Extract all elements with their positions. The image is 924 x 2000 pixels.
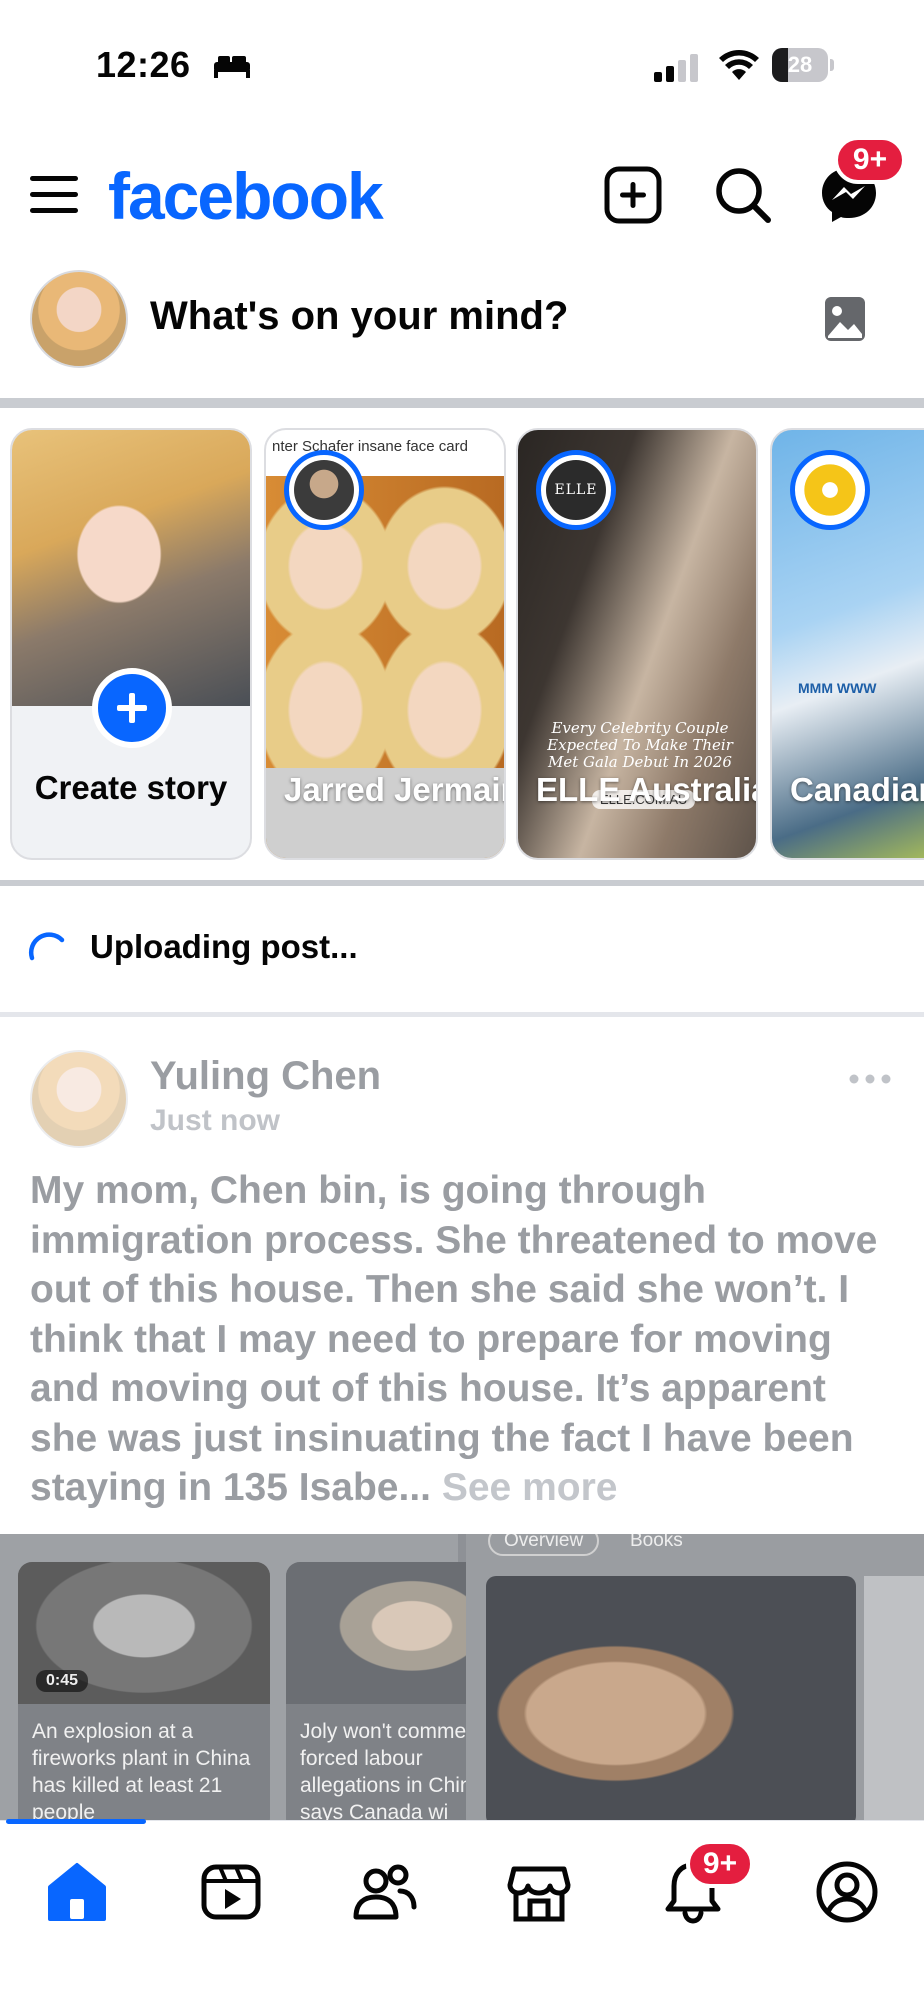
story-card-canadian-arts[interactable]: MMM WWW Canadian Arts Co bbox=[770, 428, 924, 860]
facebook-logo[interactable]: facebook bbox=[108, 158, 384, 234]
tab-books[interactable]: Books bbox=[614, 1534, 699, 1556]
divider bbox=[0, 1012, 924, 1017]
upload-status-text: Uploading post... bbox=[90, 928, 358, 965]
preview-photo bbox=[864, 1576, 924, 1820]
bottom-nav bbox=[0, 1819, 924, 2000]
elle-ring-text: ELLE bbox=[546, 460, 606, 520]
story-avatar-ring bbox=[284, 450, 364, 530]
signal-icon bbox=[654, 54, 698, 82]
create-story-photo bbox=[12, 430, 250, 706]
stories-tray: Create story nter Schafer insane face ca… bbox=[0, 428, 924, 862]
post-composer[interactable]: What's on your mind? bbox=[0, 262, 924, 390]
messenger-badge: 9+ bbox=[834, 136, 906, 184]
post-body: My mom, Chen bin, is going through immig… bbox=[30, 1166, 900, 1513]
story-avatar-ring: ELLE bbox=[536, 450, 616, 530]
battery-icon: 28 bbox=[772, 48, 834, 82]
story-avatar-ring bbox=[790, 450, 870, 530]
more-options-icon[interactable] bbox=[848, 1072, 892, 1086]
create-story-card[interactable]: Create story bbox=[10, 428, 252, 860]
divider bbox=[0, 880, 924, 886]
news-card[interactable]: 0:45 An explosion at a fireworks plant i… bbox=[18, 1562, 270, 1820]
divider bbox=[0, 398, 924, 408]
avatar[interactable] bbox=[30, 270, 128, 368]
notifications-badge: 9+ bbox=[686, 1840, 754, 1888]
upload-status: Uploading post... bbox=[0, 890, 924, 1002]
battery-percent: 28 bbox=[787, 52, 813, 77]
app-header: facebook bbox=[0, 140, 924, 250]
menu-icon[interactable] bbox=[28, 172, 80, 218]
friends-icon[interactable] bbox=[352, 1859, 418, 1925]
post-timestamp: Just now bbox=[150, 1104, 281, 1137]
preview-photo bbox=[486, 1576, 856, 1820]
plus-icon[interactable] bbox=[92, 668, 172, 748]
story-caption: Every Celebrity Couple Expected To Make … bbox=[547, 719, 733, 771]
search-icon[interactable] bbox=[712, 164, 774, 226]
composer-prompt[interactable]: What's on your mind? bbox=[150, 294, 568, 339]
status-bar: 12:26 28 bbox=[0, 0, 924, 120]
photo-icon[interactable] bbox=[822, 294, 868, 344]
story-card-elle-australia[interactable]: Every Celebrity Couple Expected To Make … bbox=[516, 428, 758, 860]
home-icon[interactable] bbox=[44, 1859, 110, 1925]
marketplace-icon[interactable] bbox=[506, 1859, 572, 1925]
tab-overview[interactable]: Overview bbox=[488, 1534, 600, 1556]
story-name: ELLE Australia bbox=[536, 771, 758, 808]
video-duration: 0:45 bbox=[36, 1670, 89, 1692]
feed-post: Yuling Chen Just now My mom, Chen bin, i… bbox=[0, 1020, 924, 1820]
bed-icon bbox=[214, 56, 250, 78]
wifi-icon bbox=[719, 50, 759, 80]
post-text: My mom, Chen bin, is going through immig… bbox=[30, 1169, 878, 1509]
news-carousel: 0:45 An explosion at a fireworks plant i… bbox=[0, 1534, 538, 1820]
search-result-panel: Overview Books bbox=[466, 1534, 924, 1820]
spinner-icon bbox=[28, 932, 65, 961]
story-top-caption: nter Schafer insane face card bbox=[272, 438, 468, 455]
avatar[interactable] bbox=[30, 1050, 128, 1148]
story-card-jarred-jermaine[interactable]: nter Schafer insane face card Jarred Jer… bbox=[264, 428, 506, 860]
profile-icon[interactable] bbox=[814, 1859, 880, 1925]
story-name: Canadian Arts Co bbox=[790, 771, 924, 808]
link-preview[interactable]: 0:45 An explosion at a fireworks plant i… bbox=[0, 1534, 924, 1820]
post-author[interactable]: Yuling Chen bbox=[150, 1054, 381, 1099]
status-time: 12:26 bbox=[96, 44, 191, 85]
story-sign: MMM WWW bbox=[798, 680, 877, 696]
active-tab-indicator bbox=[6, 1819, 146, 1824]
news-headline: An explosion at a fireworks plant in Chi… bbox=[32, 1720, 251, 1820]
create-story-label: Create story bbox=[34, 769, 228, 806]
see-more-link[interactable]: See more bbox=[442, 1466, 618, 1509]
story-name: Jarred Jermaine bbox=[284, 771, 504, 808]
plus-square-icon[interactable] bbox=[602, 164, 664, 226]
video-icon[interactable] bbox=[198, 1859, 264, 1925]
